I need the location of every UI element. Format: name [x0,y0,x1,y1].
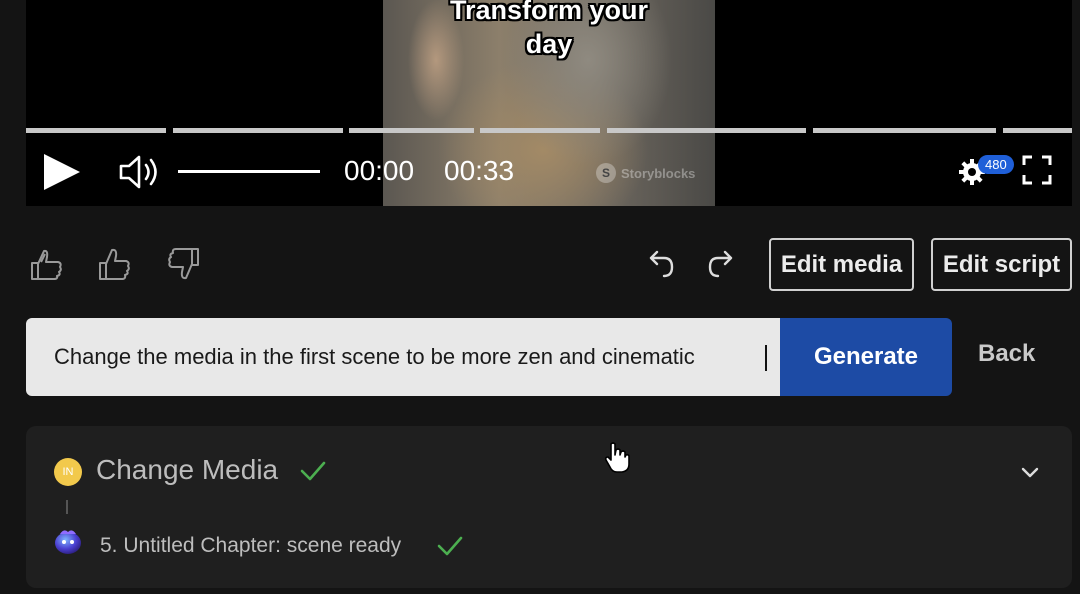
progress-segment[interactable] [813,128,996,133]
progress-segment[interactable] [1003,128,1072,133]
ai-bot-icon [55,530,81,554]
current-time: 00:00 [344,155,415,186]
play-icon[interactable] [42,152,82,192]
progress-segment[interactable] [349,128,474,133]
super-like-icon[interactable] [28,245,66,283]
video-caption-line-1: Transform your [449,0,649,25]
timeline-connector [66,500,68,514]
fullscreen-icon[interactable] [1022,155,1052,185]
edit-media-button[interactable]: Edit media [769,238,914,291]
prompt-input[interactable] [26,318,780,396]
edit-script-button[interactable]: Edit script [931,238,1072,291]
task-title: Change Media [96,454,279,485]
quality-badge[interactable]: 480 [978,155,1014,174]
check-icon [300,461,326,481]
thumbs-down-icon[interactable] [164,245,202,283]
progress-segment[interactable] [607,128,806,133]
video-caption-line-2: day [525,29,573,59]
undo-icon[interactable] [642,246,680,284]
chevron-down-icon[interactable] [1018,462,1042,482]
progress-segment[interactable] [26,128,166,133]
progress-segment[interactable] [173,128,343,133]
thumbs-up-icon[interactable] [96,245,134,283]
back-button[interactable]: Back [978,340,1035,368]
check-icon [437,536,463,556]
text-caret [765,345,767,371]
duration-time: 00:33 [444,155,515,186]
volume-slider[interactable] [178,170,320,173]
task-card: IN Change Media 5. Untitled Chapter: sce… [26,426,1072,588]
status-badge: IN [54,458,82,486]
storyblocks-logo-icon: S [596,163,616,183]
progress-segment[interactable] [480,128,600,133]
video-player[interactable]: Transform your day S Storyblocks 00:00 0… [26,0,1072,206]
generate-button[interactable]: Generate [780,318,952,396]
redo-icon[interactable] [702,246,740,284]
volume-icon[interactable] [119,154,161,190]
storyblocks-watermark: S Storyblocks [596,163,695,183]
step-status-text: 5. Untitled Chapter: scene ready [100,534,402,557]
hand-cursor-icon [604,442,630,473]
watermark-text: Storyblocks [621,165,696,181]
